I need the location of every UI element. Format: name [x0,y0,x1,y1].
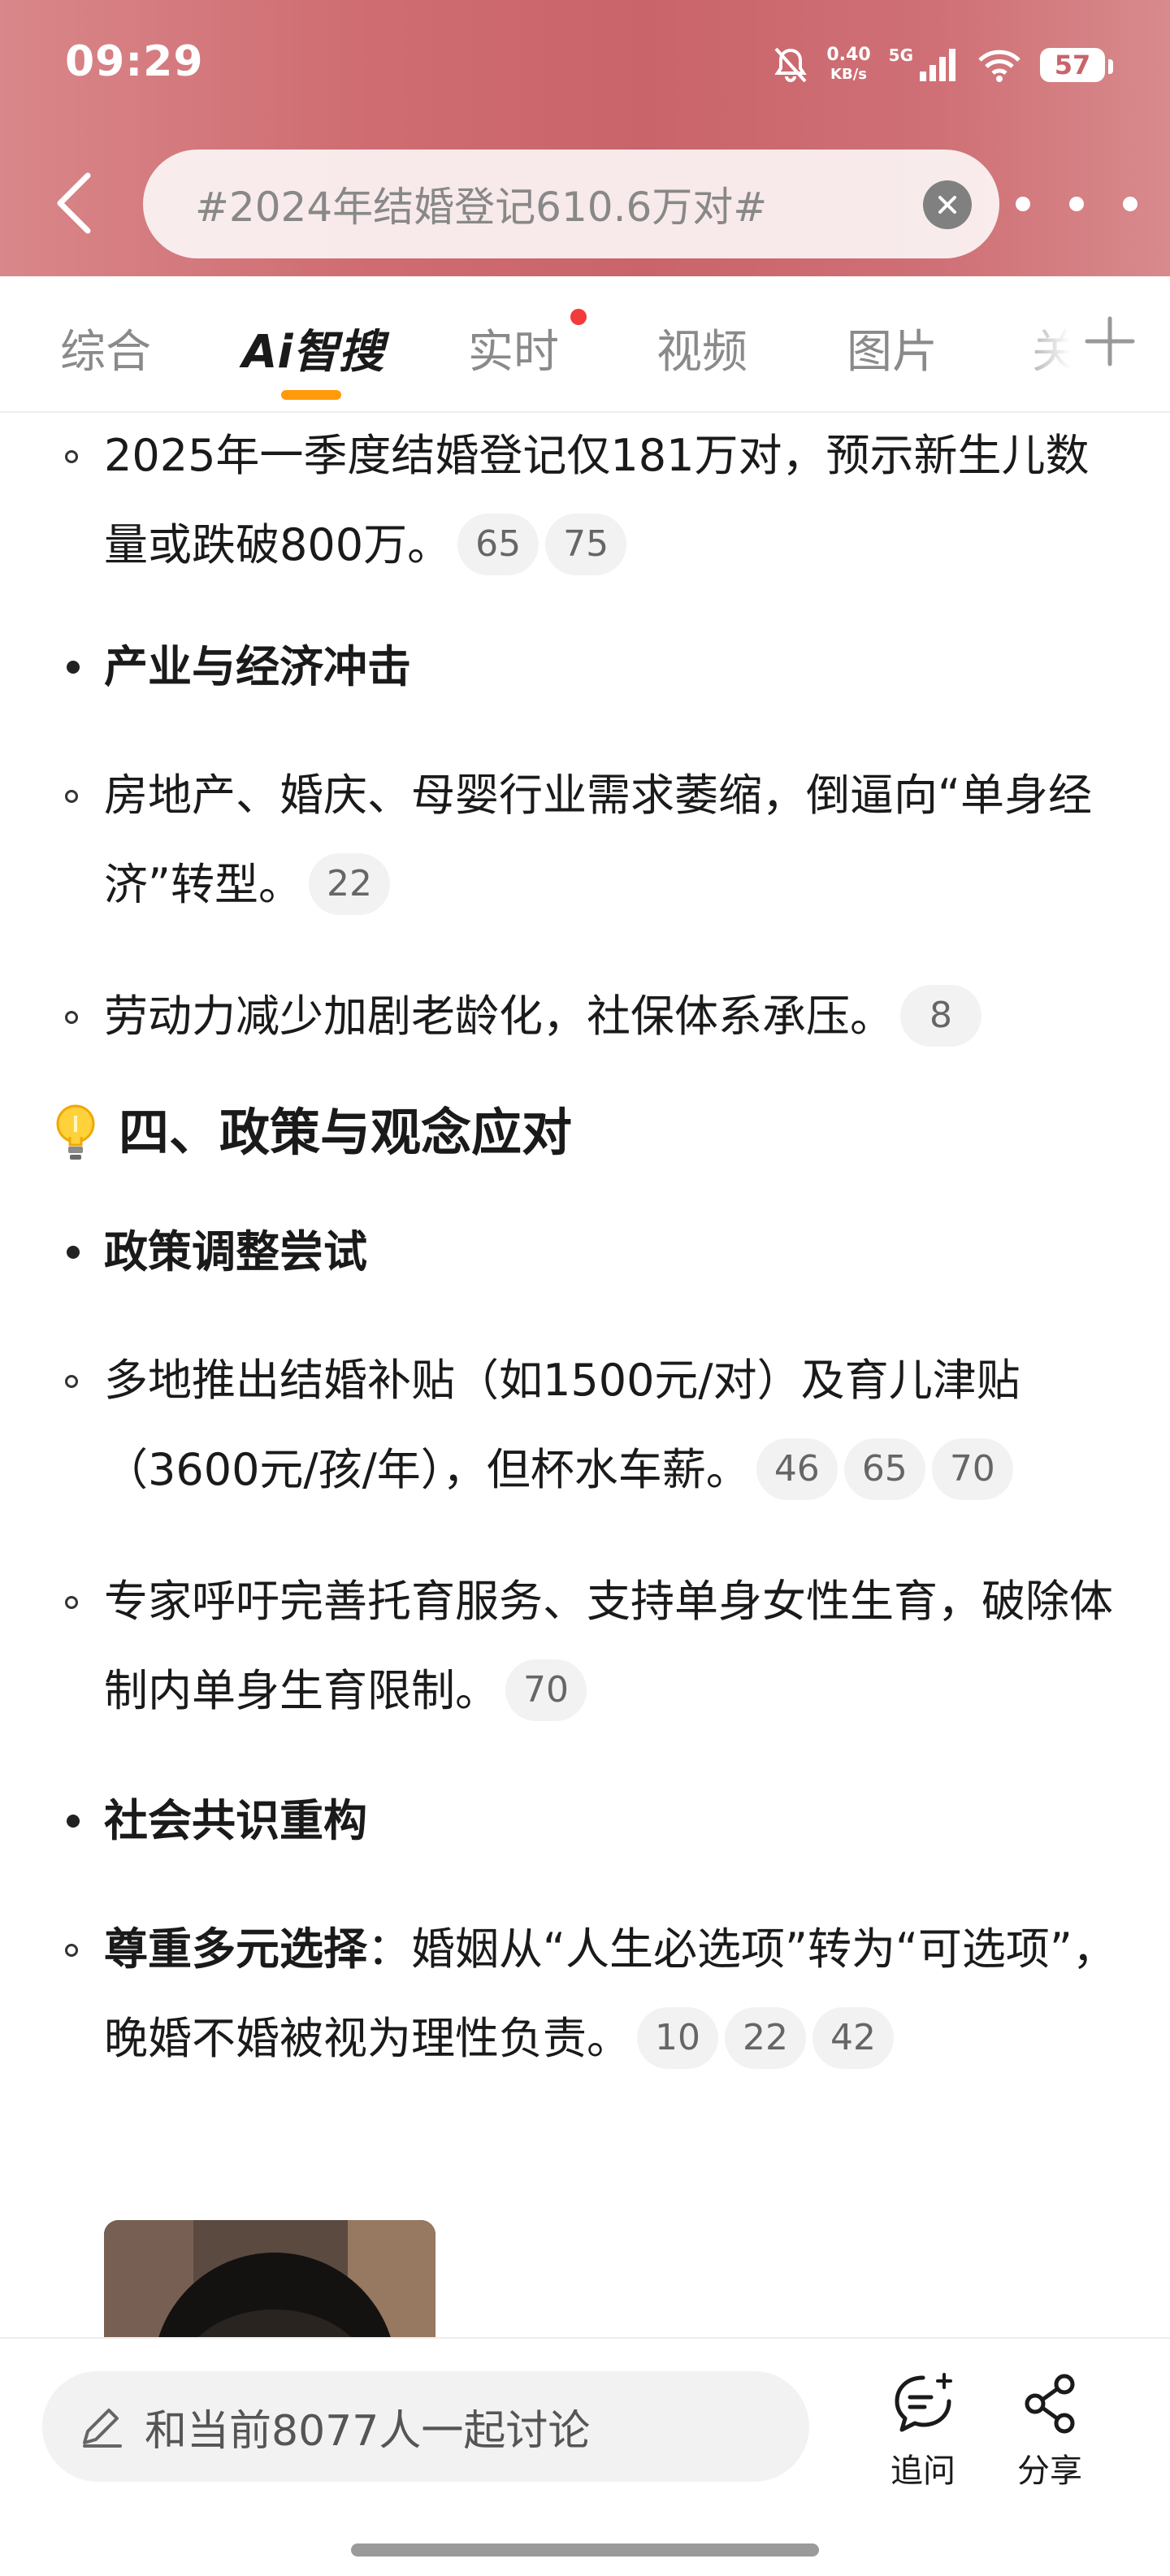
follow-up-button[interactable]: 追问 [874,2371,972,2491]
home-indicator[interactable] [351,2543,819,2556]
list-item-text: 劳动力减少加剧老龄化，社保体系承压。 8 [104,972,1128,1061]
plus-icon [1085,316,1135,366]
share-icon [1025,2374,1075,2434]
citation-badge[interactable]: 10 [637,2007,718,2070]
chevron-left-icon [57,172,91,234]
list-item-text: 多地推出结婚补贴（如1500元/对）及育儿津贴（3600元/孩/年），但杯水车薪… [104,1336,1128,1515]
hollow-bullet [65,1375,78,1388]
net-speed-unit: KB/s [830,66,867,83]
more-options-button[interactable] [1016,184,1138,224]
hollow-bullet [65,1011,78,1024]
list-item-text: 专家呼吁完善托育服务、支持单身女性生育，破除体制内单身生育限制。 70 [104,1557,1128,1736]
list-item-text: 2025年一季度结婚登记仅181万对，预示新生儿数量或跌破800万。 65 75 [104,411,1128,590]
hollow-bullet [65,1596,78,1609]
status-time: 09:29 [65,37,204,86]
hollow-bullet [65,1944,78,1957]
search-query: #2024年结婚登记610.6万对# [195,184,768,231]
close-icon [938,196,956,214]
list-item-text: 尊重多元选择：婚姻从“人生必选项”转为“可选项”，晚婚不婚被视为理性负责。 10 2… [104,1905,1128,2084]
more-dot-icon [1123,197,1138,211]
discussion-placeholder: 和当前8077人一起讨论 [145,2406,591,2456]
citation-badge[interactable]: 22 [308,853,390,916]
item-text: 专家呼吁完善托育服务、支持单身女性生育，破除体制内单身生育限制。 [104,1576,1113,1716]
citation-badge[interactable]: 22 [725,2007,806,2070]
citation-badge[interactable]: 8 [900,985,982,1047]
citation-badge[interactable]: 75 [545,514,627,576]
solid-bullet [67,661,80,674]
section-title: 四、政策与观念应对 [50,1092,572,1173]
status-bar: 09:29 0.40 KB/s 5G 57 [0,0,1170,130]
tab-video[interactable]: 视频 [656,315,748,381]
share-button[interactable]: 分享 [1001,2371,1098,2491]
app-header: 09:29 0.40 KB/s 5G 57 #2024年结婚登记610.6万对# [0,0,1170,276]
ai-answer-content: 2025年一季度结婚登记仅181万对，预示新生儿数量或跌破800万。 65 75 产… [0,411,1170,2337]
wifi-icon [978,50,1020,82]
citation-badge[interactable]: 65 [843,1438,925,1501]
new-content-dot [570,309,587,325]
tab-realtime[interactable]: 实时 [468,315,559,381]
clear-search-button[interactable] [923,180,972,229]
battery-indicator: 57 [1040,48,1113,82]
tab-bar: 综合 Ai智搜 实时 视频 图片 关 [0,276,1170,413]
hollow-bullet [65,450,78,463]
back-button[interactable] [37,163,110,244]
more-dot-icon [1016,197,1030,211]
solid-bullet [67,1815,80,1828]
mute-bell-icon [774,47,808,83]
follow-up-label: 追问 [890,2452,956,2490]
person-photo-image [104,2220,436,2337]
tab-ai-search[interactable]: Ai智搜 [242,315,384,381]
item-text: 劳动力减少加剧老龄化，社保体系承压。 [104,991,894,1042]
search-input[interactable]: #2024年结婚登记610.6万对# [143,150,999,258]
list-item-text: 房地产、婚庆、母婴行业需求萎缩，倒逼向“单身经济”转型。 22 [104,751,1128,930]
net-speed: 0.40 KB/s [826,46,870,85]
add-tab-button[interactable] [1077,309,1142,374]
net-speed-value: 0.40 [826,45,871,65]
active-tab-indicator [281,390,341,400]
citation-badge[interactable]: 70 [505,1659,587,1722]
hollow-bullet [65,790,78,803]
heading-text: 产业与经济冲击 [104,641,411,692]
video-thumbnail[interactable] [104,2220,436,2337]
solid-bullet [67,1246,80,1259]
heading-text: 政策调整尝试 [104,1226,367,1277]
bottom-action-bar: 和当前8077人一起讨论 追问 分享 [0,2337,1170,2576]
status-icons: 0.40 KB/s 5G 57 [773,33,1113,98]
lightbulb-icon [56,1104,95,1160]
pencil-icon [83,2409,122,2448]
section-title-text: 四、政策与观念应对 [119,1103,573,1162]
citation-badge[interactable]: 70 [931,1438,1013,1501]
tab-images[interactable]: 图片 [847,315,938,381]
signal-icon [920,49,956,81]
share-label: 分享 [1017,2452,1082,2490]
tab-comprehensive[interactable]: 综合 [60,315,151,381]
more-dot-icon [1069,197,1084,211]
item-bold-lead: 尊重多元选择 [104,1923,367,1975]
heading-text: 社会共识重构 [104,1795,367,1846]
citation-badge[interactable]: 42 [812,2007,894,2070]
discussion-input[interactable]: 和当前8077人一起讨论 [42,2371,809,2482]
citation-badge[interactable]: 65 [457,514,540,576]
item-text: 房地产、婚庆、母婴行业需求萎缩，倒逼向“单身经济”转型。 [104,770,1092,910]
network-type: 5G [888,46,913,65]
chat-bubble-icon [895,2373,952,2432]
citation-badge[interactable]: 46 [756,1438,838,1501]
